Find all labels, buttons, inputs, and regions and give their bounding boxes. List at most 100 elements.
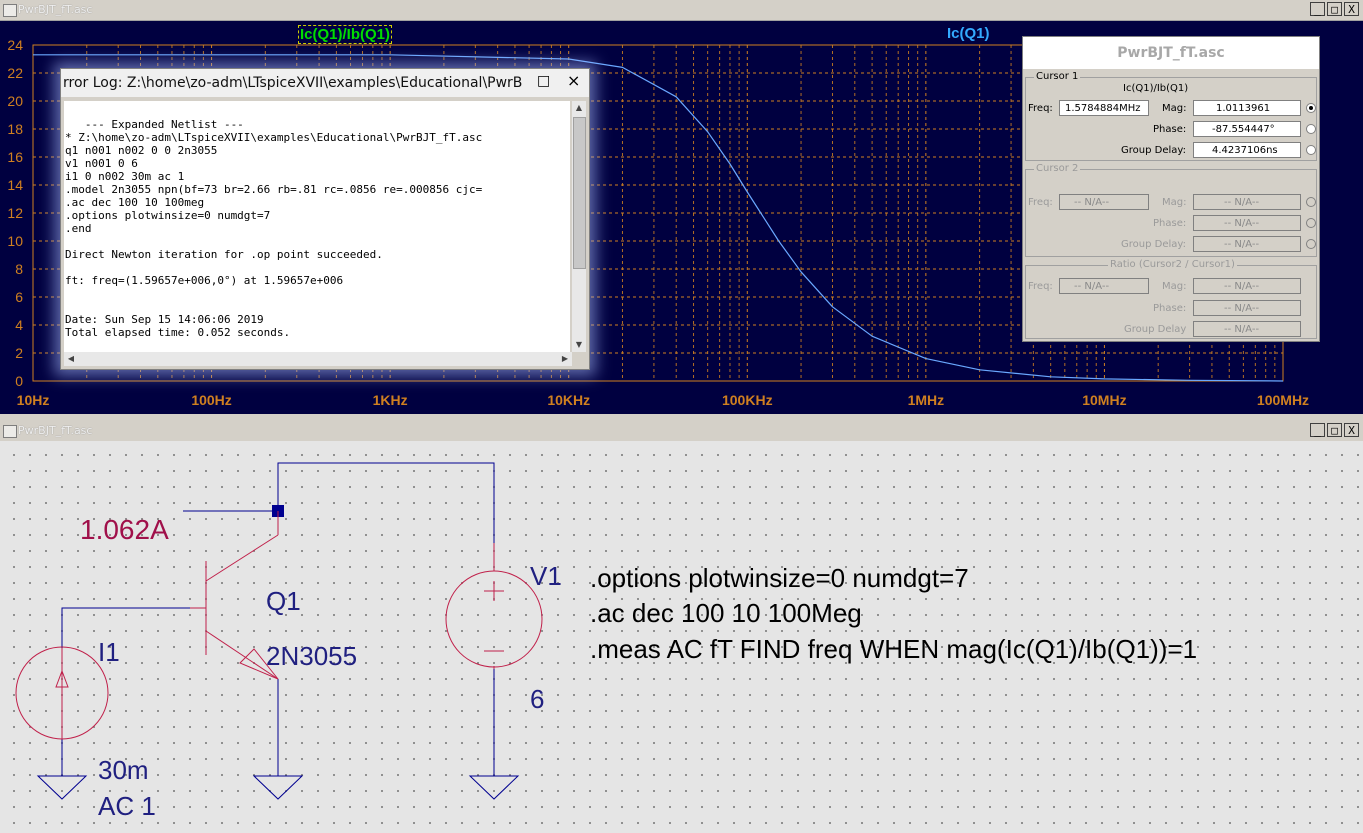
cursor-panel-title: PwrBJT_fT.asc [1023, 37, 1319, 69]
cursor1-label: Cursor 1 [1034, 71, 1081, 82]
cursor2-phase-field: -- N/A-- [1193, 215, 1301, 231]
y-tick-label: 20 [7, 93, 23, 109]
cursor2-mag-label: Mag: [1162, 197, 1187, 208]
cursor2-freq-field: -- N/A-- [1059, 194, 1149, 210]
schematic-window-title: PwrBJT_fT.asc [18, 424, 93, 437]
scroll-down-arrow-icon[interactable]: ▼ [572, 338, 586, 352]
scroll-thumb[interactable] [573, 117, 586, 269]
trace-label-ic-over-ib[interactable]: Ic(Q1)/Ib(Q1) [298, 25, 393, 44]
cursor2-group-delay-radio [1306, 239, 1316, 249]
cursor1-phase-field[interactable]: -87.554447° [1193, 121, 1301, 137]
cursor2-mag-radio [1306, 197, 1316, 207]
minimize-button[interactable]: _ [1310, 2, 1325, 16]
close-button[interactable]: X [1344, 2, 1359, 16]
cursor1-group-delay-label: Group Delay: [1121, 145, 1186, 156]
error-log-vertical-scrollbar[interactable]: ▲ ▼ [572, 101, 586, 352]
error-log-window[interactable]: rror Log: Z:\home\zo-adm\LTspiceXVII\exa… [60, 68, 590, 370]
cursor1-freq-field[interactable]: 1.5784884MHz [1059, 100, 1149, 116]
waveform-window-titlebar[interactable]: PwrBJT_fT.asc _ □ X [0, 0, 1363, 21]
y-tick-label: 22 [7, 65, 23, 81]
scroll-left-arrow-icon[interactable]: ◀ [64, 352, 78, 366]
x-tick-label: 10Hz [17, 392, 50, 408]
cursor1-group-delay-field[interactable]: 4.4237106ns [1193, 142, 1301, 158]
cursor1-group: Cursor 1 Ic(Q1)/Ib(Q1) Freq: 1.5784884MH… [1025, 71, 1317, 161]
schematic-window-icon [3, 425, 17, 438]
x-tick-label: 100Hz [191, 392, 231, 408]
error-log-text-area[interactable]: --- Expanded Netlist --- * Z:\home\zo-ad… [64, 101, 570, 352]
voltage-source-v1 [445, 543, 543, 669]
ratio-group: Ratio (Cursor2 / Cursor1) Freq: -- N/A--… [1025, 259, 1317, 339]
v1-instance-name[interactable]: V1 [530, 561, 562, 592]
waveform-window-icon [3, 4, 17, 17]
y-tick-label: 18 [7, 121, 23, 137]
ratio-freq-field: -- N/A-- [1059, 278, 1149, 294]
schematic-canvas[interactable]: 1.062A Q1 2N3055 I1 30m AC 1 V1 6 .optio… [0, 441, 1363, 833]
spice-directive-ac[interactable]: .ac dec 100 10 100Meg [590, 598, 862, 629]
y-tick-label: 0 [15, 373, 23, 389]
ratio-phase-field: -- N/A-- [1193, 300, 1301, 316]
x-tick-label: 100KHz [722, 392, 773, 408]
cursor-readout-panel[interactable]: PwrBJT_fT.asc Cursor 1 Ic(Q1)/Ib(Q1) Fre… [1022, 36, 1320, 342]
ratio-group-delay-field: -- N/A-- [1193, 321, 1301, 337]
probe-current-label[interactable]: 1.062A [80, 514, 169, 546]
y-tick-label: 10 [7, 233, 23, 249]
i1-value[interactable]: 30m [98, 755, 149, 786]
ratio-mag-field: -- N/A-- [1193, 278, 1301, 294]
waveform-window-title: PwrBJT_fT.asc [18, 3, 93, 16]
ratio-freq-label: Freq: [1028, 281, 1053, 292]
maximize-button[interactable]: □ [1327, 2, 1342, 16]
y-tick-label: 2 [15, 345, 23, 361]
wire-collector-top [277, 462, 495, 543]
schematic-window-titlebar[interactable]: PwrBJT_fT.asc _ □ X [0, 421, 1363, 442]
error-log-title: rror Log: Z:\home\zo-adm\LTspiceXVII\exa… [63, 75, 523, 91]
q1-model-name[interactable]: 2N3055 [266, 641, 357, 672]
cursor1-freq-label: Freq: [1028, 103, 1053, 114]
error-log-horizontal-scrollbar[interactable]: ◀ ▶ [64, 352, 572, 366]
wire-base [61, 607, 190, 648]
cursor1-mag-radio[interactable] [1306, 103, 1316, 113]
i1-ac-value[interactable]: AC 1 [98, 791, 156, 822]
y-tick-label: 14 [7, 177, 23, 193]
schematic-window[interactable]: PwrBJT_fT.asc _ □ X 1.062A Q1 2N3055 I1 … [0, 421, 1363, 833]
q1-instance-name[interactable]: Q1 [266, 586, 301, 617]
error-log-text: --- Expanded Netlist --- * Z:\home\zo-ad… [65, 118, 483, 339]
spice-directive-meas[interactable]: .meas AC fT FIND freq WHEN mag(Ic(Q1)/Ib… [590, 634, 1197, 665]
x-tick-label: 100MHz [1257, 392, 1309, 408]
x-tick-label: 10MHz [1082, 392, 1126, 408]
npn-transistor-q1 [190, 511, 279, 680]
x-tick-label: 1KHz [373, 392, 408, 408]
trace-label-ic[interactable]: Ic(Q1) [947, 25, 990, 42]
schematic-maximize-button[interactable]: □ [1327, 423, 1342, 437]
cursor1-phase-radio[interactable] [1306, 124, 1316, 134]
y-tick-label: 24 [7, 37, 23, 53]
waveform-window[interactable]: PwrBJT_fT.asc _ □ X 0 2 4 6 8 10 12 14 16 18 20 22 2… [0, 0, 1363, 414]
schematic-close-button[interactable]: X [1344, 423, 1359, 437]
ground-icon-i1 [36, 775, 88, 800]
error-log-close-button[interactable]: × [567, 71, 580, 90]
x-tick-label: 10KHz [547, 392, 590, 408]
scroll-up-arrow-icon[interactable]: ▲ [572, 101, 586, 115]
cursor1-mag-label: Mag: [1162, 103, 1187, 114]
cursor1-group-delay-radio[interactable] [1306, 145, 1316, 155]
current-source-i1 [15, 646, 109, 740]
i1-instance-name[interactable]: I1 [98, 637, 120, 668]
ground-icon-q1 [252, 775, 304, 800]
error-log-maximize-button[interactable]: □ [537, 73, 550, 89]
cursor2-group-delay-field: -- N/A-- [1193, 236, 1301, 252]
cursor2-phase-label: Phase: [1153, 218, 1187, 229]
error-log-titlebar[interactable]: rror Log: Z:\home\zo-adm\LTspiceXVII\exa… [61, 69, 589, 97]
y-tick-label: 8 [15, 261, 23, 277]
cursor2-mag-field: -- N/A-- [1193, 194, 1301, 210]
y-tick-label: 6 [15, 289, 23, 305]
ratio-mag-label: Mag: [1162, 281, 1187, 292]
ratio-phase-label: Phase: [1153, 303, 1187, 314]
cursor1-mag-field[interactable]: 1.0113961 [1193, 100, 1301, 116]
cursor1-phase-label: Phase: [1153, 124, 1187, 135]
scroll-right-arrow-icon[interactable]: ▶ [558, 352, 572, 366]
spice-directive-options[interactable]: .options plotwinsize=0 numdgt=7 [590, 563, 969, 594]
schematic-minimize-button[interactable]: _ [1310, 423, 1325, 437]
y-tick-label: 4 [15, 317, 23, 333]
ratio-group-delay-label: Group Delay [1124, 324, 1187, 335]
v1-value[interactable]: 6 [530, 684, 544, 715]
x-tick-label: 1MHz [908, 392, 945, 408]
